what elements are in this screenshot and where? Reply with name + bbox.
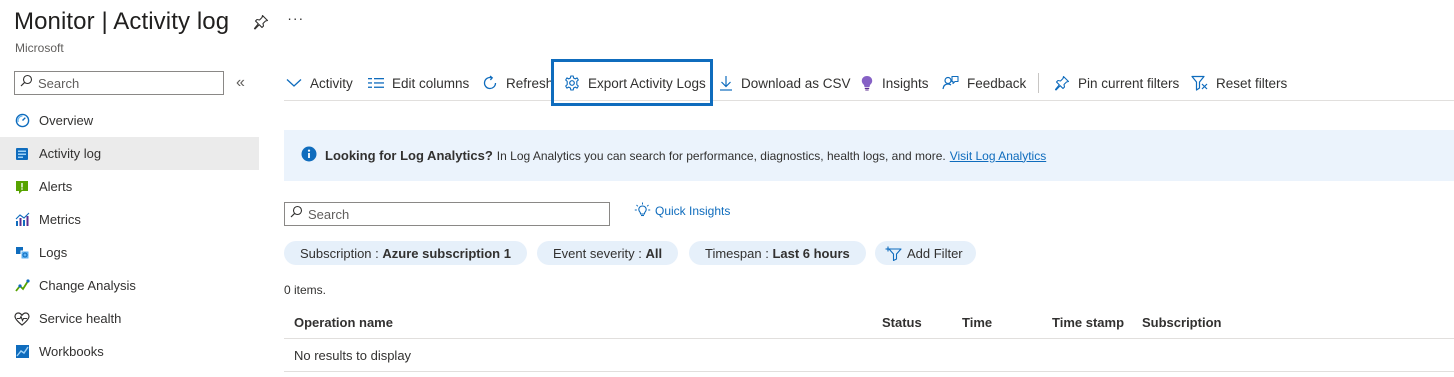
toolbar-divider <box>1038 73 1039 93</box>
feedback-button[interactable]: Feedback <box>942 66 1026 100</box>
edit-columns-label: Edit columns <box>392 75 470 91</box>
column-status[interactable]: Status <box>882 315 922 330</box>
sidebar-item-label: Service health <box>39 311 122 326</box>
search-icon <box>290 205 303 223</box>
activity-search[interactable] <box>284 202 610 226</box>
overview-icon <box>14 113 30 129</box>
page-header: Monitor | Activity log ··· <box>14 8 304 36</box>
logs-icon <box>14 245 30 261</box>
reset-filters-label: Reset filters <box>1216 75 1288 91</box>
sidebar-nav: Overview Activity log Alerts Metrics Log… <box>0 104 259 368</box>
table-row: No results to display <box>284 339 1454 372</box>
log-analytics-banner: Looking for Log Analytics? In Log Analyt… <box>284 130 1454 181</box>
metrics-icon <box>14 212 30 228</box>
pin-icon[interactable] <box>253 14 269 30</box>
command-bar: Activity Edit columns Refresh Export Act… <box>284 66 1454 101</box>
filter-value: Last 6 hours <box>772 245 850 261</box>
feedback-icon <box>942 75 959 91</box>
edit-columns-icon <box>368 77 384 89</box>
filter-reset-icon <box>1191 75 1208 91</box>
lightbulb-icon <box>634 202 651 219</box>
export-activity-logs-label: Export Activity Logs <box>588 75 706 91</box>
sidebar-item-label: Change Analysis <box>39 278 136 293</box>
items-count: 0 items. <box>284 283 327 297</box>
activity-search-input[interactable] <box>308 206 598 222</box>
table-header: Operation name Status Time Time stamp Su… <box>284 306 1454 339</box>
export-activity-logs-button[interactable]: Export Activity Logs <box>564 66 706 100</box>
service-health-icon <box>14 311 30 327</box>
pin-current-filters-label: Pin current filters <box>1078 75 1180 91</box>
alerts-icon <box>14 179 30 195</box>
workbooks-icon <box>14 344 30 360</box>
download-icon <box>719 75 733 91</box>
edit-columns-button[interactable]: Edit columns <box>368 66 469 100</box>
download-csv-label: Download as CSV <box>741 75 851 91</box>
filter-label: Subscription : <box>300 245 383 261</box>
column-subscription[interactable]: Subscription <box>1142 315 1221 330</box>
reset-filters-button[interactable]: Reset filters <box>1191 66 1287 100</box>
timespan-filter-pill[interactable]: Timespan : Last 6 hours <box>689 241 866 265</box>
filter-value: All <box>645 245 663 261</box>
banner-text: In Log Analytics you can search for perf… <box>496 148 946 163</box>
sidebar-item-label: Metrics <box>39 212 81 227</box>
refresh-icon <box>482 75 498 91</box>
add-filter-icon <box>885 246 903 261</box>
activity-button[interactable]: Activity <box>286 66 353 100</box>
add-filter-label: Add Filter <box>907 245 963 261</box>
visit-log-analytics-link[interactable]: Visit Log Analytics <box>950 149 1047 163</box>
gear-icon <box>564 75 580 91</box>
sidebar-item-alerts[interactable]: Alerts <box>0 170 259 203</box>
empty-message: No results to display <box>294 348 412 363</box>
sidebar-item-label: Alerts <box>39 179 73 194</box>
sidebar-item-label: Activity log <box>39 146 102 161</box>
chevron-down-icon <box>286 78 302 88</box>
sidebar-search[interactable] <box>14 71 224 95</box>
insights-label: Insights <box>882 75 929 91</box>
filter-label: Timespan : <box>705 245 773 261</box>
sidebar-item-activity-log[interactable]: Activity log <box>0 137 259 170</box>
sidebar-item-change-analysis[interactable]: Change Analysis <box>0 269 259 302</box>
insights-button[interactable]: Insights <box>860 66 929 100</box>
quick-insights-link[interactable]: Quick Insights <box>634 202 730 219</box>
sidebar-item-logs[interactable]: Logs <box>0 236 259 269</box>
activity-table: Operation name Status Time Time stamp Su… <box>284 306 1454 372</box>
change-analysis-icon <box>14 278 30 294</box>
collapse-sidebar-button[interactable]: « <box>236 74 245 92</box>
sidebar-item-service-health[interactable]: Service health <box>0 302 259 335</box>
refresh-button[interactable]: Refresh <box>482 66 553 100</box>
quick-insights-label: Quick Insights <box>655 203 731 218</box>
subscription-filter-pill[interactable]: Subscription : Azure subscription 1 <box>284 241 527 265</box>
activity-log-icon <box>14 146 30 162</box>
search-icon <box>20 74 33 92</box>
banner-title: Looking for Log Analytics? <box>325 148 493 163</box>
sidebar-item-overview[interactable]: Overview <box>0 104 259 137</box>
feedback-label: Feedback <box>967 75 1027 91</box>
sidebar-item-label: Workbooks <box>39 344 104 359</box>
page-title: Monitor | Activity log <box>14 8 230 35</box>
sidebar-item-label: Logs <box>39 245 68 260</box>
column-time-stamp[interactable]: Time stamp <box>1052 315 1124 330</box>
pin-icon <box>1054 75 1070 91</box>
filter-label: Event severity : <box>553 245 646 261</box>
sidebar-item-label: Overview <box>39 113 94 128</box>
pin-current-filters-button[interactable]: Pin current filters <box>1054 66 1179 100</box>
refresh-label: Refresh <box>506 75 554 91</box>
sidebar-search-input[interactable] <box>38 75 208 91</box>
event-severity-filter-pill[interactable]: Event severity : All <box>537 241 679 265</box>
lightbulb-icon <box>860 75 874 91</box>
activity-label: Activity <box>310 75 353 91</box>
page-subtitle: Microsoft <box>15 41 64 55</box>
column-operation-name[interactable]: Operation name <box>294 315 393 330</box>
download-csv-button[interactable]: Download as CSV <box>719 66 851 100</box>
info-icon <box>301 146 317 165</box>
more-options-button[interactable]: ··· <box>287 10 304 26</box>
add-filter-button[interactable]: Add Filter <box>875 241 976 265</box>
filter-value: Azure subscription 1 <box>382 245 511 261</box>
sidebar-item-workbooks[interactable]: Workbooks <box>0 335 259 368</box>
column-time[interactable]: Time <box>962 315 992 330</box>
sidebar-item-metrics[interactable]: Metrics <box>0 203 259 236</box>
